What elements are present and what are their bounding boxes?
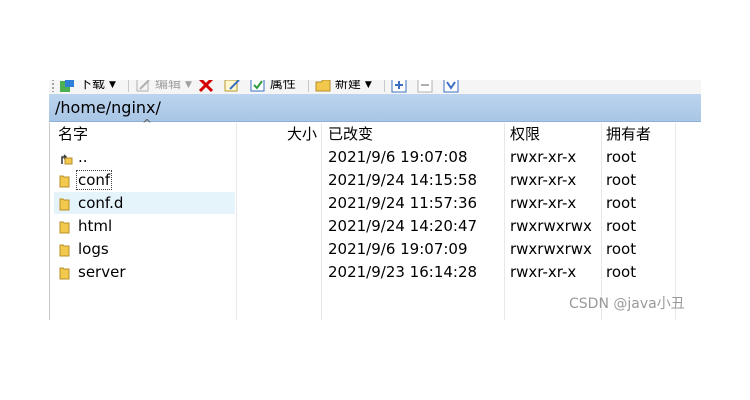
new-folder-icon — [315, 80, 331, 93]
toolbar-separator — [307, 80, 309, 92]
folder-icon — [59, 220, 70, 234]
file-permissions: rwxrwxrwx — [510, 240, 592, 258]
file-owner: root — [606, 240, 637, 258]
delete-icon — [198, 80, 214, 93]
file-row[interactable]: logs 2021/9/6 19:07:09 rwxrwxrwx root — [50, 238, 702, 261]
file-name: .. — [78, 148, 88, 166]
file-list[interactable]: 名字 ^ 大小 已改变 权限 拥有者 .. 2021/9/6 19:07:08 … — [49, 117, 702, 320]
file-panel: 下载 ▼ 编辑 ▼ 属性 新建 ▼ /home/nginx/ 名字 ^ 大小 已… — [49, 80, 702, 320]
toolbar-separator — [127, 80, 129, 92]
file-row[interactable]: html 2021/9/24 14:20:47 rwxrwxrwx root — [50, 215, 702, 238]
toolbar: 下载 ▼ 编辑 ▼ 属性 新建 ▼ — [49, 80, 701, 94]
file-owner: root — [606, 263, 637, 281]
properties-button[interactable]: 属性 — [250, 80, 296, 93]
file-owner: root — [606, 171, 637, 189]
sort-ascending-icon: ^ — [142, 117, 153, 131]
file-modified: 2021/9/23 16:14:28 — [328, 263, 478, 281]
folder-icon — [59, 197, 70, 211]
file-name: logs — [78, 240, 109, 258]
filter-icon — [443, 80, 459, 93]
file-modified: 2021/9/24 14:15:58 — [328, 171, 478, 189]
rename-button[interactable] — [224, 80, 244, 93]
toolbar-separator — [383, 80, 385, 92]
download-icon — [59, 80, 75, 93]
minus-icon — [417, 80, 433, 93]
file-permissions: rwxrwxrwx — [510, 217, 592, 235]
file-row[interactable]: conf 2021/9/24 14:15:58 rwxr-xr-x root — [50, 169, 702, 192]
column-header-name[interactable]: 名字 — [58, 123, 88, 145]
file-row[interactable]: .. 2021/9/6 19:07:08 rwxr-xr-x root — [50, 146, 702, 169]
folder-icon — [59, 266, 70, 280]
folder-icon — [59, 174, 70, 188]
column-header-modified[interactable]: 已改变 — [328, 123, 373, 145]
column-header-owner[interactable]: 拥有者 — [606, 123, 651, 145]
parent-folder-icon — [59, 151, 73, 165]
file-owner: root — [606, 148, 637, 166]
properties-label: 属性 — [269, 80, 296, 92]
new-button[interactable]: 新建 ▼ — [315, 80, 372, 93]
file-owner: root — [606, 194, 637, 212]
current-path: /home/nginx/ — [55, 98, 161, 117]
file-owner: root — [606, 217, 637, 235]
download-label: 下载 — [79, 80, 106, 92]
file-row[interactable]: server 2021/9/23 16:14:28 rwxr-xr-x root — [50, 261, 702, 284]
download-button[interactable]: 下载 ▼ — [59, 80, 116, 93]
file-name: server — [78, 263, 126, 281]
list-header: 名字 ^ 大小 已改变 权限 拥有者 — [50, 117, 702, 145]
file-permissions: rwxr-xr-x — [510, 171, 577, 189]
edit-icon — [135, 80, 151, 93]
new-label: 新建 — [334, 80, 361, 92]
edit-button[interactable]: 编辑 ▼ — [135, 80, 192, 93]
file-name: conf — [76, 170, 113, 190]
column-header-size[interactable]: 大小 — [287, 123, 317, 145]
file-name: html — [78, 217, 113, 235]
watermark: CSDN @java小丑 — [569, 296, 685, 312]
file-modified: 2021/9/6 19:07:08 — [328, 148, 468, 166]
file-name: conf.d — [78, 194, 124, 212]
expand-button[interactable] — [391, 80, 411, 93]
file-row[interactable]: conf.d 2021/9/24 11:57:36 rwxr-xr-x root — [50, 192, 702, 215]
toolbar-grip[interactable] — [51, 80, 55, 92]
properties-icon — [250, 80, 266, 93]
delete-button[interactable] — [198, 80, 218, 93]
new-dropdown-icon[interactable]: ▼ — [365, 80, 372, 92]
file-permissions: rwxr-xr-x — [510, 263, 577, 281]
file-permissions: rwxr-xr-x — [510, 194, 577, 212]
collapse-button[interactable] — [417, 80, 437, 93]
file-modified: 2021/9/24 14:20:47 — [328, 217, 478, 235]
plus-icon — [391, 80, 407, 93]
column-header-permissions[interactable]: 权限 — [510, 123, 540, 145]
edit-label: 编辑 — [154, 80, 181, 92]
file-modified: 2021/9/24 11:57:36 — [328, 194, 478, 212]
download-dropdown-icon[interactable]: ▼ — [109, 80, 116, 92]
file-permissions: rwxr-xr-x — [510, 148, 577, 166]
rename-icon — [224, 80, 240, 93]
filter-button[interactable] — [443, 80, 463, 93]
folder-icon — [59, 243, 70, 257]
file-modified: 2021/9/6 19:07:09 — [328, 240, 468, 258]
edit-dropdown-icon[interactable]: ▼ — [185, 80, 192, 92]
